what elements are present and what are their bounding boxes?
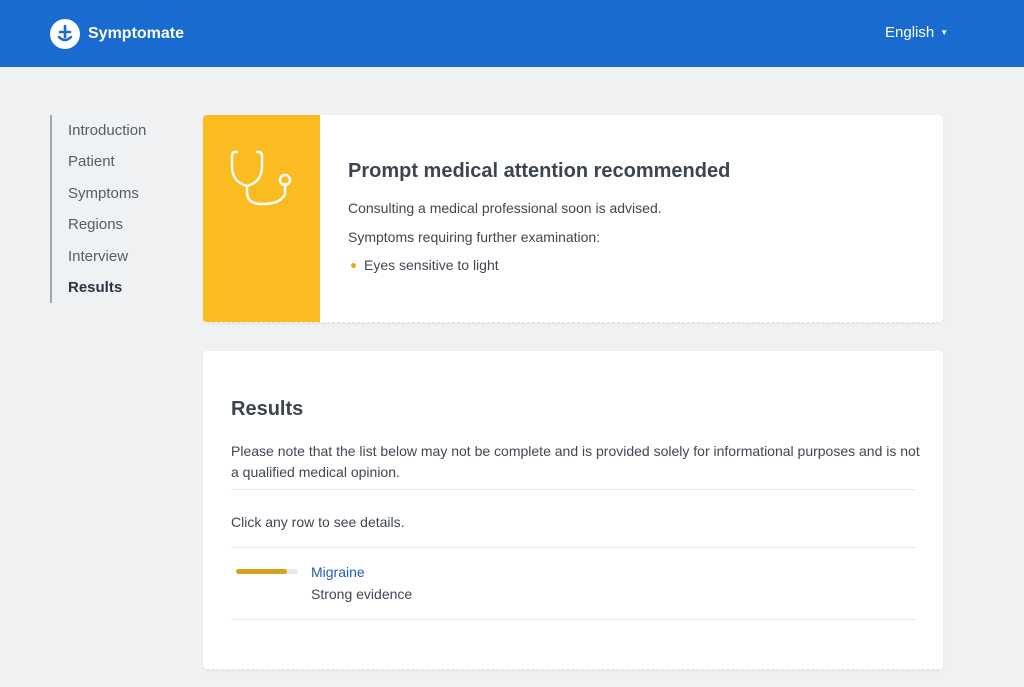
divider <box>231 489 916 490</box>
evidence-bar-fill <box>236 569 287 574</box>
triage-card: Prompt medical attention recommended Con… <box>203 115 943 323</box>
stethoscope-icon <box>230 150 291 206</box>
triage-body: Prompt medical attention recommended Con… <box>348 160 928 273</box>
triage-advice: Consulting a medical professional soon i… <box>348 200 662 216</box>
triage-title: Prompt medical attention recommended <box>348 160 731 182</box>
brand[interactable]: Symptomate <box>50 18 184 50</box>
divider <box>231 619 916 620</box>
language-label: English <box>885 24 935 41</box>
evidence-bar <box>236 569 298 574</box>
triage-band <box>203 115 320 322</box>
sidebar-nav: Introduction Patient Symptoms Regions In… <box>50 115 190 303</box>
symptoms-heading: Symptoms requiring further examination: <box>348 229 601 245</box>
results-disclaimer: Please note that the list below may not … <box>231 443 920 480</box>
symptom-item: Eyes sensitive to light <box>348 257 928 273</box>
condition-name[interactable]: Migraine <box>311 564 365 580</box>
condition-evidence: Strong evidence <box>311 586 413 602</box>
sidebar-item-regions[interactable]: Regions <box>52 209 190 240</box>
sidebar-item-introduction[interactable]: Introduction <box>52 115 190 146</box>
bullet-dot-icon <box>351 262 356 268</box>
results-hint: Click any row to see details. <box>231 514 405 530</box>
sidebar-item-patient[interactable]: Patient <box>52 146 190 177</box>
symptom-list: Eyes sensitive to light <box>348 257 928 273</box>
brand-name: Symptomate <box>88 25 185 42</box>
results-card: Results Please note that the list below … <box>203 351 943 670</box>
caret-down-icon: ▼ <box>940 28 949 37</box>
symptomate-logo-icon <box>50 19 80 49</box>
sidebar-item-interview[interactable]: Interview <box>52 241 190 272</box>
sidebar-item-symptoms[interactable]: Symptoms <box>52 178 190 209</box>
symptom-label: Eyes sensitive to light <box>364 257 499 273</box>
condition-row[interactable]: Migraine Strong evidence <box>231 547 916 619</box>
results-title: Results <box>231 398 304 420</box>
sidebar-item-results[interactable]: Results <box>52 272 190 303</box>
top-bar: Symptomate English ▼ <box>0 0 1024 67</box>
language-selector[interactable]: English ▼ <box>885 24 948 41</box>
